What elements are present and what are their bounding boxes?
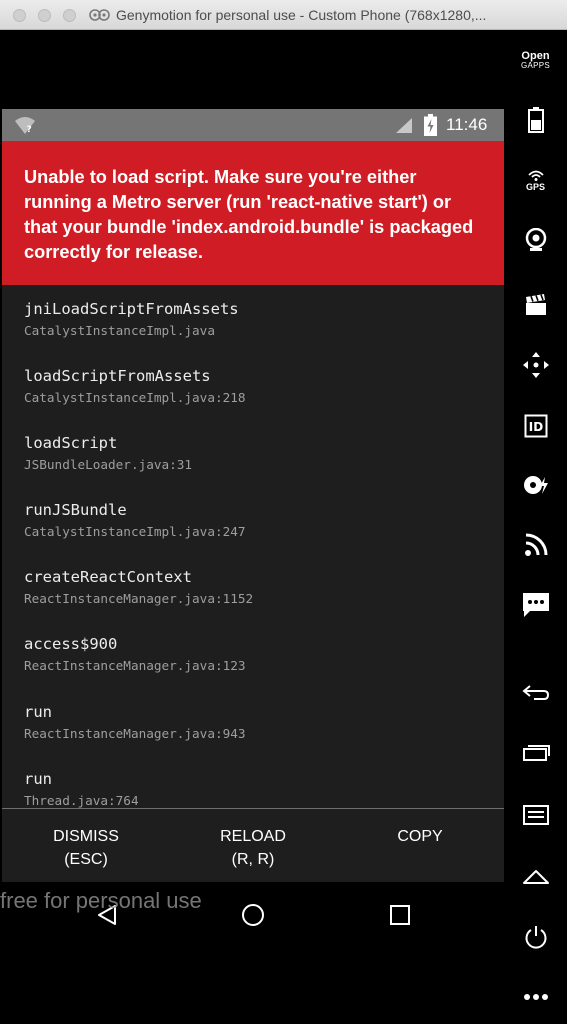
frame-file: ReactInstanceManager.java:943 — [24, 726, 246, 741]
device-screen[interactable]: ? 11:46 Unable to load script. Make sure… — [2, 31, 504, 1024]
gps-label: GPS — [525, 181, 545, 192]
dismiss-button[interactable]: DISMISS (ESC) — [11, 825, 161, 871]
redbox-button-bar: DISMISS (ESC) RELOAD (R, R) COPY — [2, 809, 504, 882]
genymotion-toolbar: Open GAPPS GPS ID — [504, 31, 567, 1024]
pad-control-button[interactable] — [504, 343, 567, 387]
nav-recents-icon[interactable] — [389, 904, 411, 926]
gps-icon — [527, 170, 544, 181]
webcam-icon — [525, 228, 546, 251]
frame-method: createReactContext — [24, 568, 192, 586]
device-id-button[interactable]: ID — [504, 404, 567, 448]
close-window-button[interactable] — [13, 9, 26, 22]
stack-frame[interactable]: loadScriptFromAssets CatalystInstanceImp… — [24, 366, 494, 407]
android-nav-bar — [2, 882, 504, 946]
opengapps-label-top: Open — [521, 50, 550, 62]
dismiss-label: DISMISS — [53, 828, 119, 845]
copy-label: COPY — [397, 828, 443, 845]
frame-file: Thread.java:764 — [24, 793, 139, 808]
webcam-button[interactable] — [504, 218, 567, 262]
more-icon — [523, 994, 548, 1000]
device-id-icon: ID — [524, 414, 547, 438]
menu-icon — [522, 805, 549, 825]
svg-text:?: ? — [27, 125, 32, 135]
sms-button[interactable] — [504, 583, 567, 627]
capture-button[interactable] — [504, 283, 567, 327]
window-title: Genymotion for personal use - Custom Pho… — [116, 7, 487, 23]
battery-button[interactable] — [504, 98, 567, 142]
minimize-window-button[interactable] — [38, 9, 51, 22]
opengapps-icon: Open GAPPS — [521, 51, 550, 71]
gps-button[interactable]: GPS — [504, 158, 567, 202]
frame-method: jniLoadScriptFromAssets — [24, 300, 239, 318]
reload-button[interactable]: RELOAD (R, R) — [178, 825, 328, 871]
opengapps-label-bottom: GAPPS — [520, 61, 551, 70]
stack-trace-list[interactable]: jniLoadScriptFromAssets CatalystInstance… — [2, 285, 504, 808]
opengapps-button[interactable]: Open GAPPS — [504, 39, 567, 83]
back-icon — [521, 685, 549, 700]
dismiss-shortcut: (ESC) — [64, 851, 108, 868]
cast-button[interactable] — [504, 523, 567, 567]
power-button[interactable] — [504, 915, 567, 959]
error-banner: Unable to load script. Make sure you're … — [2, 141, 504, 285]
frame-method: loadScript — [24, 434, 118, 452]
recent-apps-button[interactable] — [504, 730, 567, 774]
device-id-label: ID — [528, 420, 542, 434]
error-message: Unable to load script. Make sure you're … — [24, 167, 474, 262]
home-icon — [522, 870, 549, 884]
frame-method: runJSBundle — [24, 501, 127, 519]
nav-back-icon[interactable] — [96, 904, 118, 926]
disk-io-icon — [523, 476, 548, 494]
frame-method: run — [24, 703, 52, 721]
frame-file: ReactInstanceManager.java:123 — [24, 658, 246, 673]
frame-method: loadScriptFromAssets — [24, 367, 211, 385]
battery-charging-icon — [424, 114, 437, 136]
frame-file: CatalystInstanceImpl.java — [24, 323, 215, 338]
clapperboard-icon — [525, 294, 546, 315]
reload-shortcut: (R, R) — [231, 851, 275, 868]
more-button[interactable] — [504, 975, 567, 1019]
genymotion-window: Genymotion for personal use - Custom Pho… — [0, 0, 567, 1024]
frame-file: ReactInstanceManager.java:1152 — [24, 591, 254, 606]
cast-icon — [524, 533, 547, 556]
frame-method: access$900 — [24, 635, 118, 653]
reload-label: RELOAD — [220, 828, 286, 845]
cell-signal-icon — [396, 118, 412, 133]
frame-method: run — [24, 770, 52, 788]
window-titlebar[interactable]: Genymotion for personal use - Custom Pho… — [0, 0, 567, 30]
frame-file: CatalystInstanceImpl.java:218 — [24, 390, 246, 405]
menu-button[interactable] — [504, 793, 567, 837]
genymotion-logo-icon — [89, 9, 110, 21]
nav-home-icon[interactable] — [241, 903, 265, 927]
move-arrows-icon — [522, 352, 549, 378]
disk-io-button[interactable] — [504, 463, 567, 507]
android-status-bar: ? 11:46 — [2, 109, 504, 141]
zoom-window-button[interactable] — [63, 9, 76, 22]
stack-frame[interactable]: run ReactInstanceManager.java:943 — [24, 702, 494, 743]
stack-frame[interactable]: runJSBundle CatalystInstanceImpl.java:24… — [24, 500, 494, 541]
stack-frame[interactable]: access$900 ReactInstanceManager.java:123 — [24, 634, 494, 675]
battery-icon — [527, 107, 544, 133]
stack-frame[interactable]: jniLoadScriptFromAssets CatalystInstance… — [24, 299, 494, 340]
sms-icon — [522, 593, 549, 617]
copy-button[interactable]: COPY — [345, 825, 495, 848]
status-bar-clock: 11:46 — [446, 115, 488, 134]
home-button[interactable] — [504, 854, 567, 898]
recent-apps-icon — [522, 745, 550, 761]
stack-frame[interactable]: run Thread.java:764 — [24, 769, 494, 808]
back-button[interactable] — [504, 671, 567, 715]
stack-frame[interactable]: createReactContext ReactInstanceManager.… — [24, 567, 494, 608]
wifi-icon: ? — [15, 117, 35, 135]
frame-file: JSBundleLoader.java:31 — [24, 457, 193, 472]
frame-file: CatalystInstanceImpl.java:247 — [24, 524, 246, 539]
stack-frame[interactable]: loadScript JSBundleLoader.java:31 — [24, 433, 494, 474]
power-icon — [525, 926, 546, 949]
